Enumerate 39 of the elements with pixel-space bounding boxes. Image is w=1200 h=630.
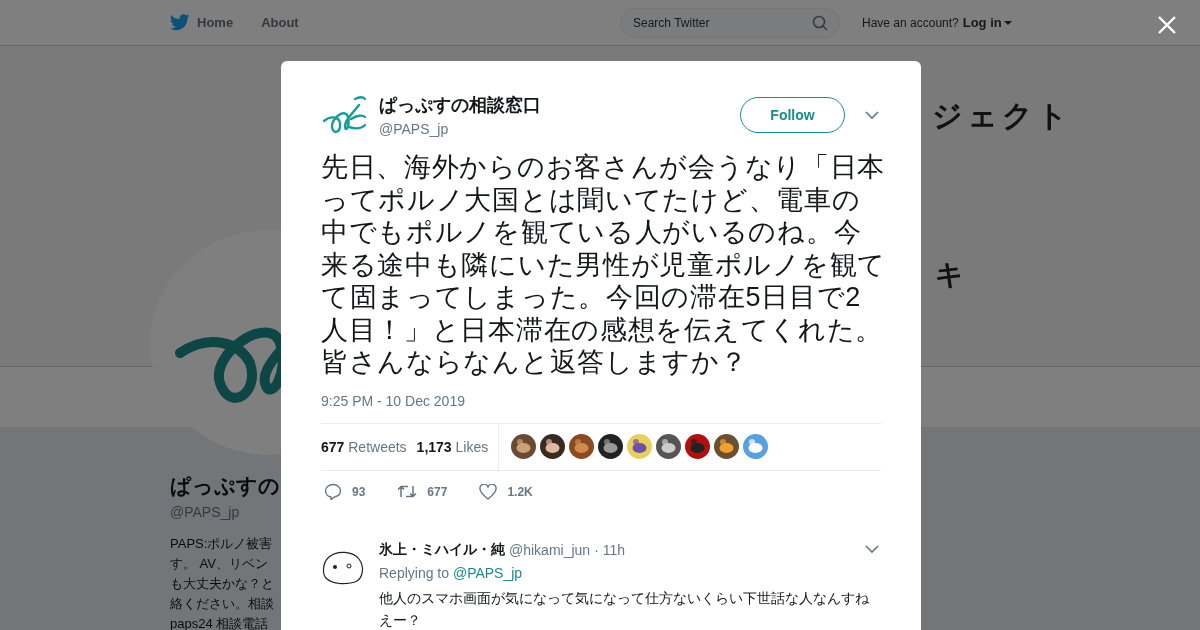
follow-button[interactable]: Follow <box>740 97 845 133</box>
search-icon <box>812 14 828 31</box>
profile-name: ぱっぷすの <box>170 473 281 499</box>
banner-text: ジェクト <box>932 98 1072 134</box>
profile-handle: @PAPS_jp <box>170 504 241 520</box>
login-link[interactable]: Log in <box>962 15 1012 30</box>
reply-icon[interactable] <box>324 483 342 500</box>
account-prompt: Have an account? <box>862 15 959 30</box>
action-count: 93 <box>352 484 366 499</box>
likes-count[interactable]: 1,173 Likes <box>416 438 489 455</box>
search-field[interactable]: Search Twitter <box>620 7 840 38</box>
author-handle[interactable]: @PAPS_jp <box>379 121 740 137</box>
action-count: 1.2K <box>507 484 533 499</box>
bio-line: も大丈夫かな？と <box>170 575 275 593</box>
bio-line: paps24 相談電話 <box>170 615 270 630</box>
separator-dot: · <box>594 541 599 558</box>
action-count: 677 <box>427 484 448 499</box>
chevron-down-icon[interactable] <box>865 545 879 554</box>
heart-icon[interactable] <box>479 483 498 500</box>
tweet-text: 先日、海外からのお客さんが会うなり「日本ってポルノ大国とは聞いてたけど、電車の中でもポルノを観ている人がいるのね。今来る途中も隣にいた男性が児童ポルノを観てて固まってしまった。今回の滞在5日目で2人目！」と日本滞在の感想を伝えてくれた。皆さんならなんと返答しますか？ <box>321 151 887 379</box>
reply-text: 他人のスマホ画面が気になって気になって仕方ないくらい下世話な人なんすねえー？ <box>379 588 870 630</box>
mention-link[interactable]: @PAPS_jp <box>452 564 523 581</box>
chevron-down-icon[interactable] <box>865 110 879 120</box>
replying-to-label: Replying to <box>379 564 450 581</box>
bird-icon <box>170 14 190 31</box>
retweet-icon[interactable] <box>397 484 418 499</box>
reply-time[interactable]: 11h <box>602 541 626 558</box>
tweet-timestamp[interactable]: 9:25 PM - 10 Dec 2019 <box>321 392 881 409</box>
bio-line: 絡ください。相談 <box>170 595 275 613</box>
reply-author-handle[interactable]: @hikami_jun <box>509 541 591 558</box>
banner-text: キ <box>935 258 964 292</box>
close-icon[interactable] <box>1157 15 1177 35</box>
reply-author-name[interactable]: 氷上・ミハイル・純 <box>379 540 505 559</box>
bio-line: す。 AV、リベン <box>170 555 269 573</box>
nav-link[interactable]: Home <box>170 14 234 31</box>
retweets-count[interactable]: 677 Retweets <box>321 438 407 455</box>
bio-line: PAPS:ポルノ被害 <box>170 535 274 553</box>
author-name[interactable]: ぱっぷすの相談窓口 <box>379 93 740 117</box>
nav-link[interactable]: About <box>261 14 299 31</box>
